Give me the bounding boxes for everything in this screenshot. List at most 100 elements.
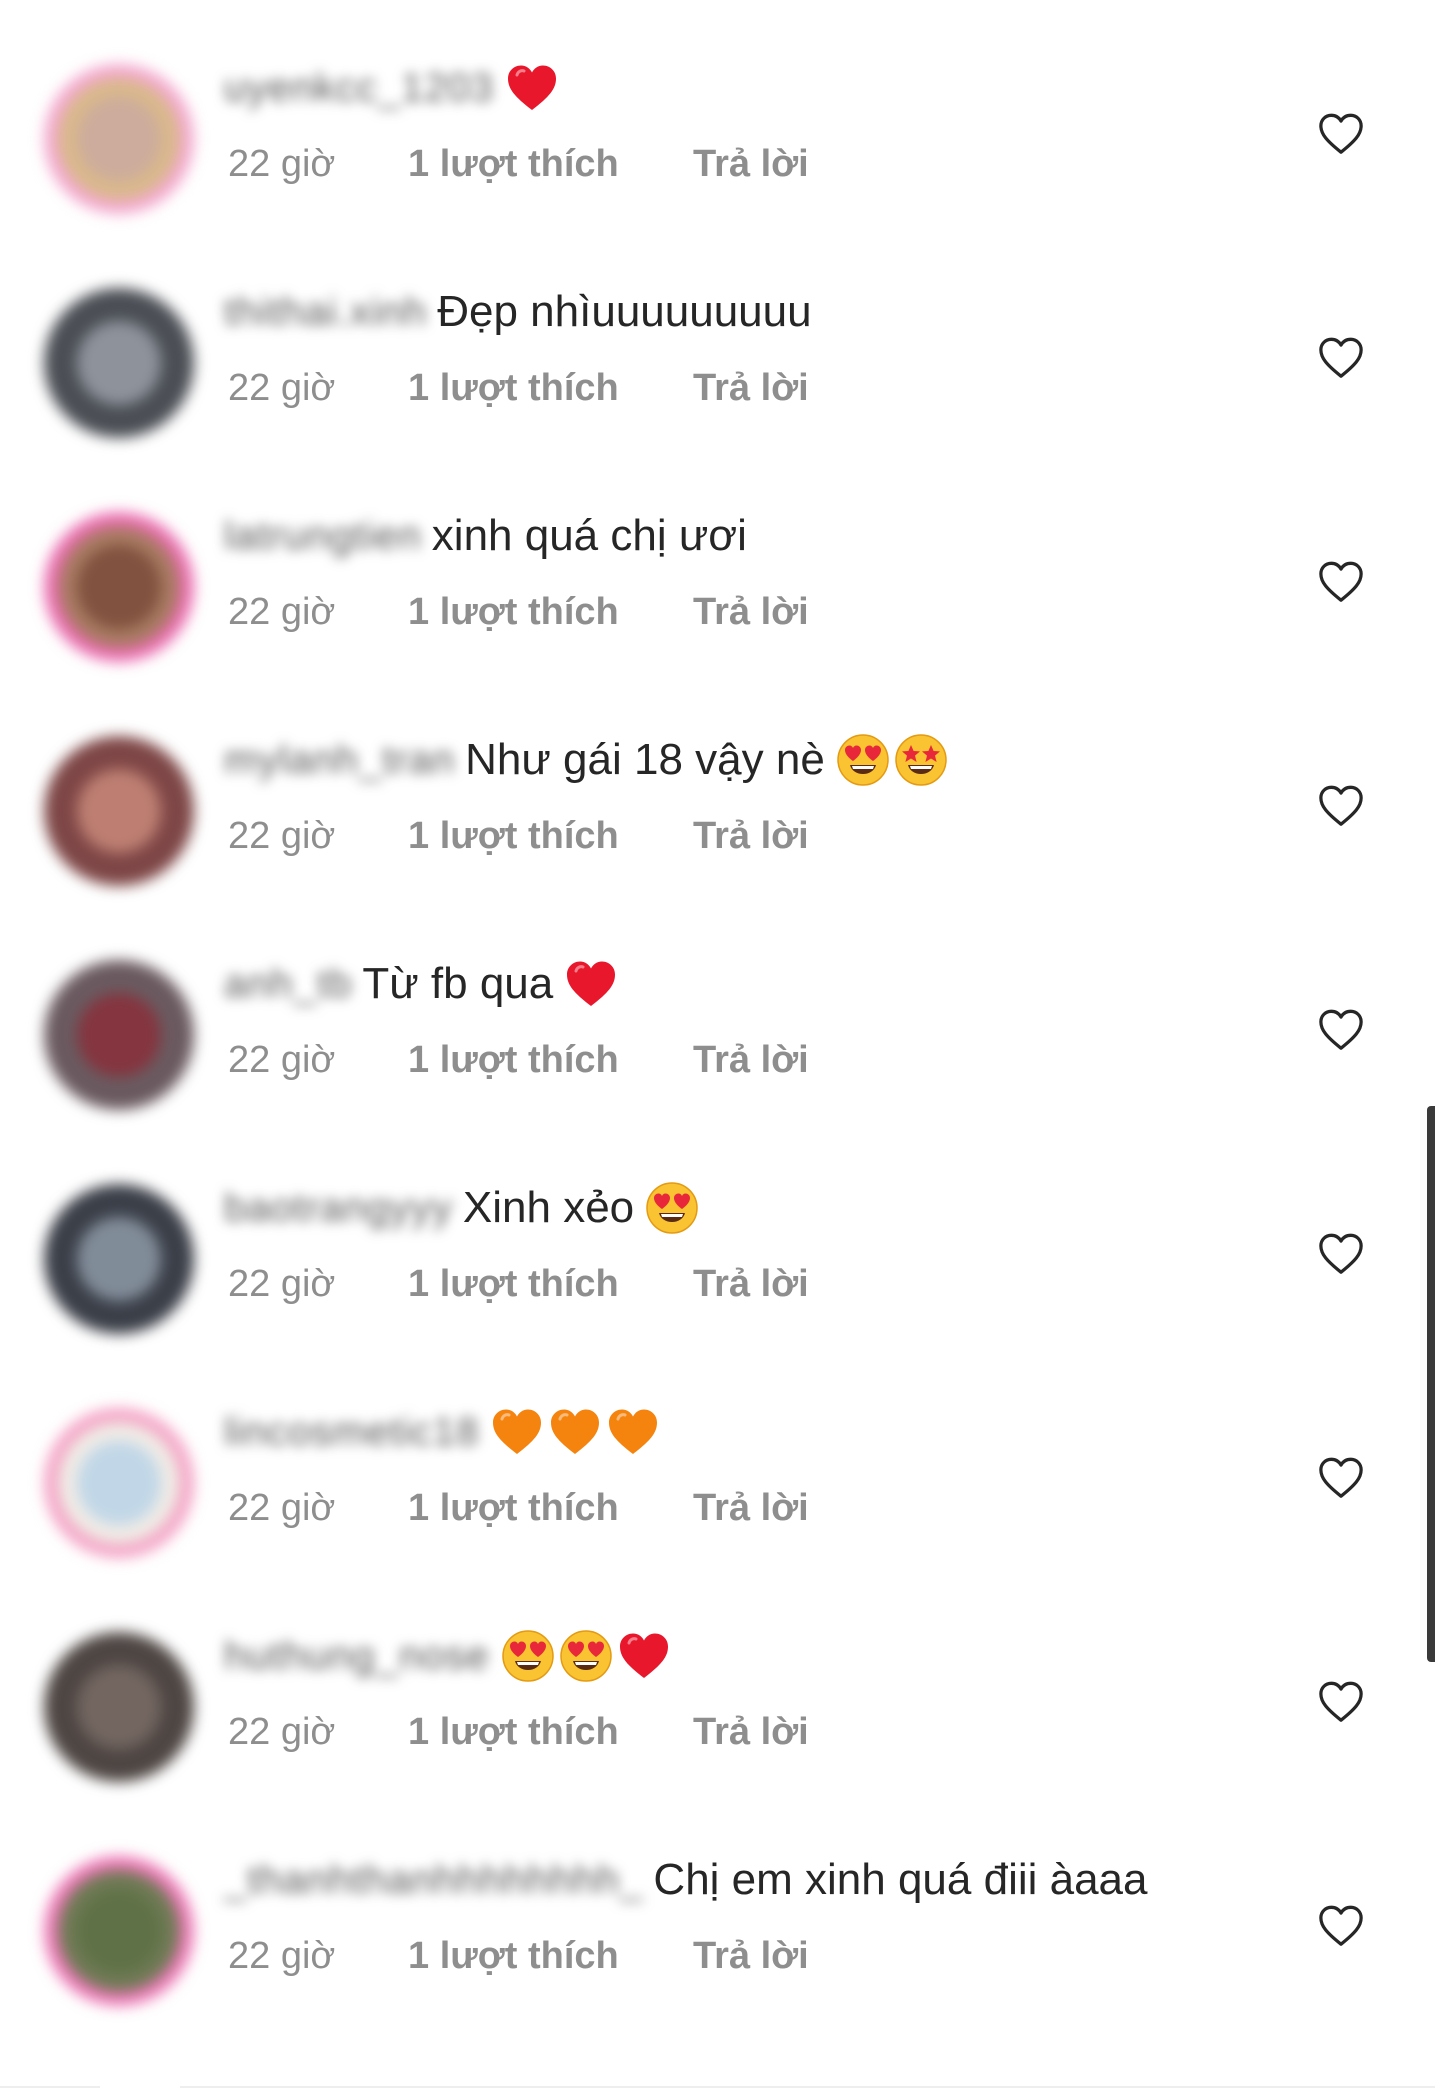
emoji-group <box>835 732 949 788</box>
heart-outline-icon[interactable] <box>1318 560 1364 604</box>
comment-meta: 22 giờ 1 lượt thích Trả lời <box>228 584 809 640</box>
avatar[interactable] <box>44 512 194 662</box>
star-struck-emoji <box>895 734 947 786</box>
heart-outline-icon[interactable] <box>1318 1456 1364 1500</box>
comment-text: Như gái 18 vậy nè <box>465 735 825 784</box>
comment-text: Xinh xẻo <box>462 1183 635 1232</box>
emoji-group <box>489 1404 661 1460</box>
avatar[interactable] <box>44 1408 194 1558</box>
reply-button[interactable]: Trả lời <box>693 1711 809 1754</box>
emoji-group <box>563 956 619 1012</box>
username[interactable]: baotrangyyy <box>224 1186 453 1231</box>
heart-outline-icon[interactable] <box>1318 1904 1364 1948</box>
orange-heart-emoji <box>551 1409 600 1454</box>
reply-button[interactable]: Trả lời <box>693 143 809 186</box>
reply-button[interactable]: Trả lời <box>693 367 809 410</box>
avatar[interactable] <box>44 736 194 886</box>
comment-body: thithai.xinh Đẹp nhìuuuuuuuuu <box>224 272 822 352</box>
heart-outline-icon[interactable] <box>1318 1008 1364 1052</box>
like-count[interactable]: 1 lượt thích <box>408 815 693 858</box>
comment-item: thithai.xinh Đẹp nhìuuuuuuuuu 22 giờ 1 l… <box>0 272 1435 496</box>
comment-meta: 22 giờ 1 lượt thích Trả lời <box>228 1032 809 1088</box>
bottom-divider <box>0 2086 1435 2088</box>
like-count[interactable]: 1 lượt thích <box>408 143 693 186</box>
orange-heart-emoji <box>609 1409 658 1454</box>
red-heart-emoji <box>507 65 556 110</box>
heart-eyes-emoji <box>837 734 889 786</box>
comment-item: uyenkcc_1203 22 giờ 1 lượt thích Trả lời <box>0 48 1435 272</box>
comment-text: Chị em xinh quá điii àaaa <box>653 1855 1148 1904</box>
comment-body: _thanhthanhhhhhhhh_ Chị em xinh quá điii… <box>224 1840 1158 1920</box>
comment-body: mylanh_tran Như gái 18 vậy nè <box>224 720 949 800</box>
comment-body: lincosmetic18 <box>224 1392 661 1472</box>
comment-item: huthung_nose 22 giờ 1 lượt thích Trả lời <box>0 1616 1435 1840</box>
reply-button[interactable]: Trả lời <box>693 1039 809 1082</box>
username[interactable]: lincosmetic18 <box>224 1410 479 1455</box>
comment-body: huthung_nose <box>224 1616 672 1696</box>
comment-meta: 22 giờ 1 lượt thích Trả lời <box>228 1256 809 1312</box>
comment-item: anh_tb Từ fb qua 22 giờ 1 lượt thích Trả… <box>0 944 1435 1168</box>
reply-button[interactable]: Trả lời <box>693 1935 809 1978</box>
heart-outline-icon[interactable] <box>1318 336 1364 380</box>
comment-time: 22 giờ <box>228 142 336 185</box>
username[interactable]: thithai.xinh <box>224 290 427 335</box>
username[interactable]: uyenkcc_1203 <box>224 66 494 111</box>
avatar[interactable] <box>44 64 194 214</box>
scrollbar[interactable] <box>1427 1106 1435 1662</box>
username[interactable]: huthung_nose <box>224 1634 490 1679</box>
reply-button[interactable]: Trả lời <box>693 1487 809 1530</box>
comment-item: mylanh_tran Như gái 18 vậy nè 22 giờ 1 l… <box>0 720 1435 944</box>
like-count[interactable]: 1 lượt thích <box>408 367 693 410</box>
avatar[interactable] <box>44 288 194 438</box>
comment-item: latrungtien xinh quá chị ươi 22 giờ 1 lư… <box>0 496 1435 720</box>
orange-heart-emoji <box>493 1409 542 1454</box>
comment-meta: 22 giờ 1 lượt thích Trả lời <box>228 808 809 864</box>
username[interactable]: _thanhthanhhhhhhhh_ <box>224 1858 643 1903</box>
comment-item: _thanhthanhhhhhhhh_ Chị em xinh quá điii… <box>0 1840 1435 2064</box>
like-count[interactable]: 1 lượt thích <box>408 1263 693 1306</box>
avatar[interactable] <box>44 1184 194 1334</box>
comment-time: 22 giờ <box>228 366 336 409</box>
like-count[interactable]: 1 lượt thích <box>408 1039 693 1082</box>
like-count[interactable]: 1 lượt thích <box>408 1711 693 1754</box>
comment-meta: 22 giờ 1 lượt thích Trả lời <box>228 1928 809 1984</box>
comment-time: 22 giờ <box>228 1710 336 1753</box>
heart-outline-icon[interactable] <box>1318 112 1364 156</box>
like-count[interactable]: 1 lượt thích <box>408 591 693 634</box>
heart-eyes-emoji <box>501 1630 554 1682</box>
username[interactable]: mylanh_tran <box>224 738 455 783</box>
comment-body: uyenkcc_1203 <box>224 48 560 128</box>
avatar[interactable] <box>44 960 194 1110</box>
comment-time: 22 giờ <box>228 1486 336 1529</box>
comment-time: 22 giờ <box>228 1038 336 1081</box>
comment-time: 22 giờ <box>228 1934 336 1977</box>
avatar[interactable] <box>44 1856 194 2006</box>
comment-body: baotrangyyy Xinh xẻo <box>224 1168 700 1248</box>
emoji-group <box>500 1628 672 1684</box>
reply-button[interactable]: Trả lời <box>693 591 809 634</box>
heart-outline-icon[interactable] <box>1318 1232 1364 1276</box>
comment-body: latrungtien xinh quá chị ươi <box>224 496 757 576</box>
emoji-group <box>504 60 560 116</box>
comment-meta: 22 giờ 1 lượt thích Trả lời <box>228 1704 809 1760</box>
comment-meta: 22 giờ 1 lượt thích Trả lời <box>228 1480 809 1536</box>
username[interactable]: latrungtien <box>224 514 422 559</box>
avatar[interactable] <box>44 1632 194 1782</box>
heart-eyes-emoji <box>559 1630 612 1682</box>
red-heart-emoji <box>619 1633 668 1678</box>
comment-time: 22 giờ <box>228 814 336 857</box>
username[interactable]: anh_tb <box>224 962 352 1007</box>
comment-item: baotrangyyy Xinh xẻo 22 giờ 1 lượt thích… <box>0 1168 1435 1392</box>
comment-text: Từ fb qua <box>362 959 554 1008</box>
comment-meta: 22 giờ 1 lượt thích Trả lời <box>228 136 809 192</box>
comment-text: xinh quá chị ươi <box>431 511 747 560</box>
reply-button[interactable]: Trả lời <box>693 1263 809 1306</box>
emoji-group <box>644 1180 700 1236</box>
like-count[interactable]: 1 lượt thích <box>408 1935 693 1978</box>
heart-outline-icon[interactable] <box>1318 784 1364 828</box>
heart-outline-icon[interactable] <box>1318 1680 1364 1724</box>
like-count[interactable]: 1 lượt thích <box>408 1487 693 1530</box>
comment-meta: 22 giờ 1 lượt thích Trả lời <box>228 360 809 416</box>
comment-time: 22 giờ <box>228 590 336 633</box>
reply-button[interactable]: Trả lời <box>693 815 809 858</box>
